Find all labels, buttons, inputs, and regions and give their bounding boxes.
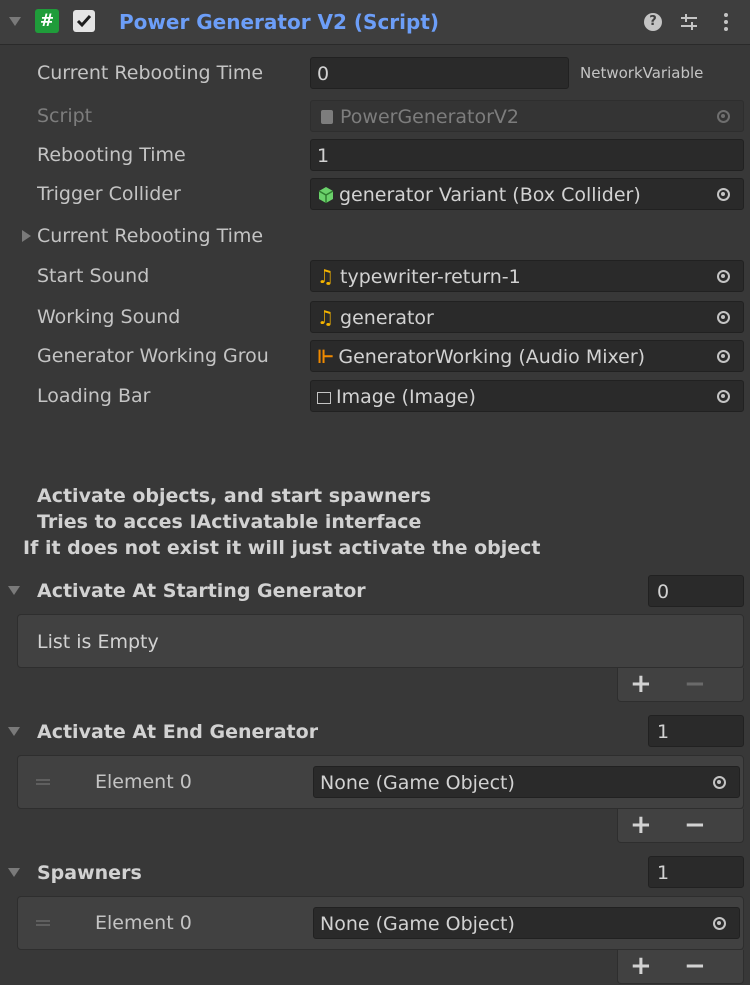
working-sound-picker-icon[interactable] [710, 302, 736, 332]
enabled-checkbox[interactable] [73, 10, 95, 32]
network-variable-tag: NetworkVariable [580, 64, 704, 82]
presets-icon[interactable] [678, 12, 700, 32]
audio-mixer-icon: ⊩ [317, 346, 335, 368]
end-list-element-picker-icon[interactable] [706, 767, 732, 797]
end-list-footer: + − [617, 809, 744, 843]
script-file-icon [321, 110, 333, 124]
rebooting-time-value: 1 [317, 145, 330, 167]
starting-list-add-button[interactable]: + [630, 668, 652, 700]
end-list-size-field[interactable]: 1 [648, 715, 744, 747]
rebooting-time-field[interactable]: 1 [310, 139, 744, 171]
end-list-add-button[interactable]: + [630, 809, 652, 841]
start-sound-field[interactable]: ♫ typewriter-return-1 [310, 260, 744, 292]
audio-clip-icon: ♫ [317, 266, 335, 288]
component-title[interactable]: Power Generator V2 (Script) [119, 0, 439, 44]
generator-working-group-label: Generator Working Grou [37, 345, 269, 367]
drag-handle-icon[interactable] [36, 779, 50, 785]
audio-clip-icon: ♫ [317, 307, 335, 329]
working-sound-value: generator [340, 307, 434, 329]
spawners-footer: + − [617, 950, 744, 984]
starting-list-footer: + − [617, 668, 744, 702]
starting-list-size-field[interactable]: 0 [648, 575, 744, 607]
end-list-element-field[interactable]: None (Game Object) [313, 766, 740, 798]
starting-list-label[interactable]: Activate At Starting Generator [37, 574, 366, 608]
trigger-collider-picker-icon[interactable] [710, 179, 736, 209]
script-value: PowerGeneratorV2 [340, 106, 520, 128]
script-icon: # [35, 9, 59, 33]
trigger-collider-label: Trigger Collider [37, 183, 181, 205]
spawners-list-box: Element 0 None (Game Object) [17, 896, 744, 950]
spawners-remove-button[interactable]: − [684, 950, 706, 982]
loading-bar-value: Image (Image) [336, 386, 476, 408]
starting-list-foldout-arrow[interactable] [8, 586, 20, 595]
loading-bar-picker-icon[interactable] [710, 381, 736, 411]
start-sound-label: Start Sound [37, 265, 150, 287]
spawners-element-value: None (Game Object) [320, 913, 515, 935]
checkmark-icon [76, 15, 92, 28]
current-rebooting-time-foldout-arrow[interactable] [22, 230, 31, 242]
start-sound-picker-icon[interactable] [710, 261, 736, 291]
trigger-collider-value: generator Variant (Box Collider) [339, 184, 641, 206]
rebooting-time-label: Rebooting Time [37, 144, 186, 166]
generator-working-group-value: GeneratorWorking (Audio Mixer) [338, 346, 646, 368]
end-list-box: Element 0 None (Game Object) [17, 755, 744, 809]
spawners-element-field[interactable]: None (Game Object) [313, 907, 740, 939]
end-list-foldout-arrow[interactable] [8, 727, 20, 736]
help-text-line-2: Tries to acces IActivatable interface [37, 511, 422, 533]
spawners-add-button[interactable]: + [630, 950, 652, 982]
loading-bar-label: Loading Bar [37, 385, 151, 407]
current-rebooting-time-foldout-label[interactable]: Current Rebooting Time [37, 219, 263, 253]
spawners-size-field[interactable]: 1 [648, 856, 744, 888]
working-sound-label: Working Sound [37, 306, 181, 328]
starting-list-remove-button: − [684, 669, 706, 699]
component-foldout-arrow[interactable] [9, 17, 21, 26]
generator-working-group-field[interactable]: ⊩ GeneratorWorking (Audio Mixer) [310, 340, 744, 372]
generator-working-group-picker-icon[interactable] [710, 341, 736, 371]
script-label: Script [37, 105, 93, 127]
current-rebooting-time-label: Current Rebooting Time [37, 62, 264, 84]
list-empty-text: List is Empty [37, 631, 159, 653]
prefab-cube-icon [318, 187, 334, 203]
current-rebooting-time-field[interactable]: 0 [310, 57, 569, 89]
script-field: PowerGeneratorV2 [310, 100, 744, 132]
spawners-label[interactable]: Spawners [37, 856, 142, 890]
start-sound-value: typewriter-return-1 [340, 266, 521, 288]
spawners-element-picker-icon[interactable] [706, 908, 732, 938]
working-sound-field[interactable]: ♫ generator [310, 301, 744, 333]
image-component-icon [317, 392, 331, 404]
drag-handle-icon[interactable] [36, 920, 50, 926]
end-list-label[interactable]: Activate At End Generator [37, 715, 318, 749]
more-options-icon[interactable] [722, 12, 730, 32]
starting-list-box: List is Empty [17, 614, 744, 668]
spawners-element-label: Element 0 [95, 912, 192, 934]
current-rebooting-time-value: 0 [317, 63, 330, 85]
end-list-remove-button[interactable]: − [684, 809, 706, 841]
loading-bar-field[interactable]: Image (Image) [310, 380, 744, 412]
spawners-foldout-arrow[interactable] [8, 868, 20, 877]
help-text-line-1: Activate objects, and start spawners [37, 485, 432, 507]
end-list-element-label: Element 0 [95, 771, 192, 793]
help-text-line-3: If it does not exist it will just activa… [23, 537, 541, 559]
help-icon[interactable]: ? [644, 13, 662, 31]
end-list-element-value: None (Game Object) [320, 772, 515, 794]
trigger-collider-field[interactable]: generator Variant (Box Collider) [310, 178, 744, 210]
script-picker-icon [710, 101, 736, 131]
